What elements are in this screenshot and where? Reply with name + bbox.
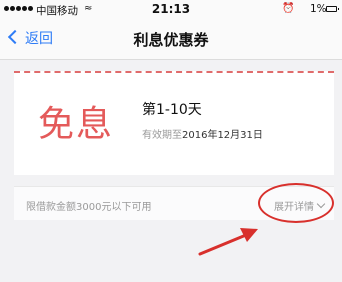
annotation-arrow-icon — [198, 228, 258, 256]
